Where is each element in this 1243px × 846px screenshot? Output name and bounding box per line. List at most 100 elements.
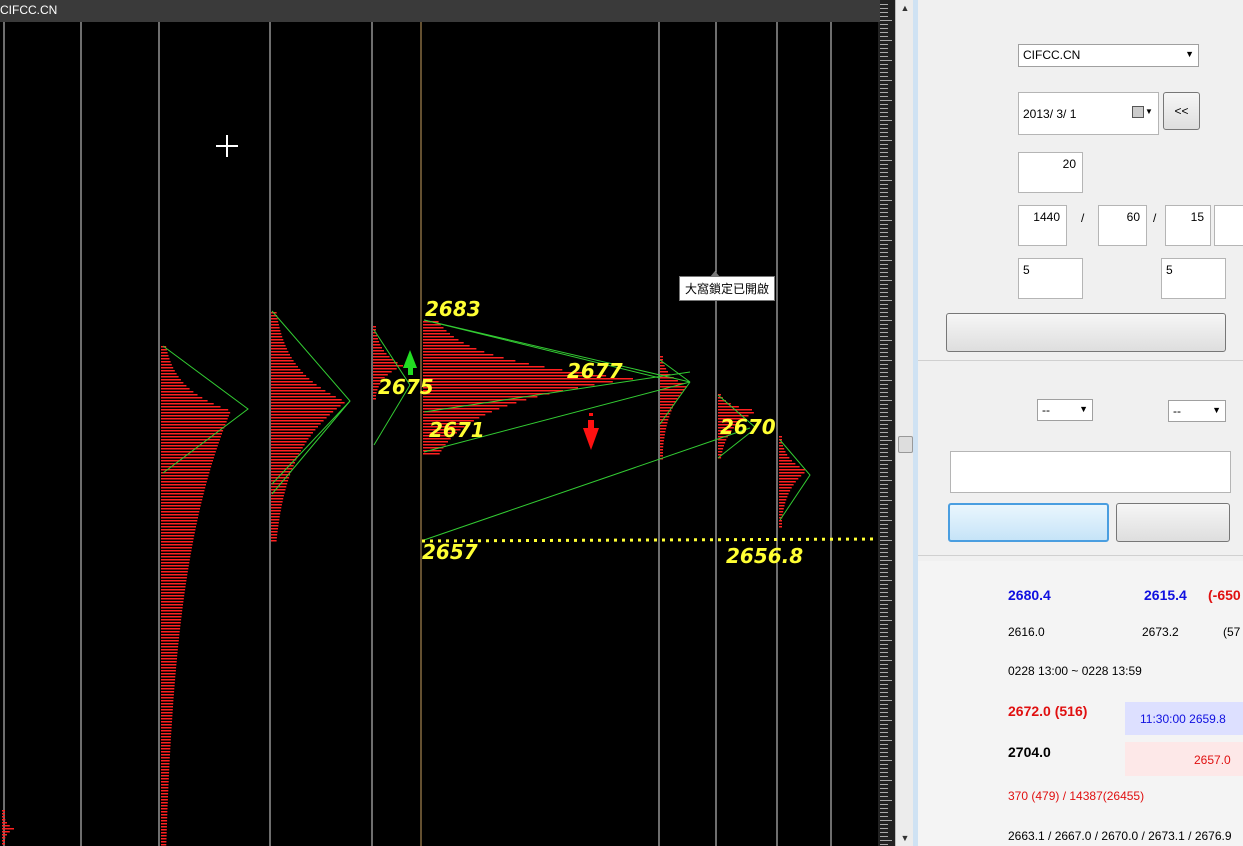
- tpo-row: [161, 544, 193, 546]
- apply-button[interactable]: [946, 313, 1226, 352]
- param-1-input[interactable]: 5: [1018, 258, 1083, 299]
- note-input[interactable]: [950, 451, 1231, 493]
- price-scale-tick: [880, 660, 892, 661]
- price-scale-tick: [880, 260, 892, 261]
- price-scale-tick: [880, 352, 888, 353]
- price-scale-tick: [880, 264, 888, 265]
- price-scale-tick: [880, 588, 888, 589]
- tpo-row: [779, 481, 796, 483]
- chevron-down-icon: ▼: [1185, 49, 1194, 59]
- tpo-row: [161, 526, 196, 528]
- filter-select-1[interactable]: -- ▼: [1037, 399, 1093, 421]
- back-button[interactable]: <<: [1163, 92, 1200, 130]
- chart-area[interactable]: 2683 2675 2677 2671 2670 2657 2656.8 CIFCC.CN …: [0, 0, 895, 846]
- price-scale-tick: [880, 96, 888, 97]
- tpo-row: [161, 493, 204, 495]
- tpo-row: [373, 392, 377, 394]
- filter-select-2[interactable]: -- ▼: [1168, 400, 1226, 422]
- price-scale-tick: [880, 76, 888, 77]
- tpo-row: [779, 526, 782, 528]
- cancel-button[interactable]: [1116, 503, 1230, 542]
- price-scale-tick: [880, 112, 888, 113]
- vertical-scrollbar[interactable]: ▲ ▼: [895, 0, 914, 846]
- tpo-row: [161, 667, 177, 669]
- price-scale-tick: [880, 64, 888, 65]
- tpo-row: [779, 505, 785, 507]
- tpo-row: [271, 516, 280, 518]
- tpo-row: [161, 802, 168, 804]
- count-input[interactable]: 20: [1018, 152, 1083, 193]
- label-2683: 2683: [425, 297, 481, 321]
- tpo-row: [161, 727, 172, 729]
- tpo-row: [660, 431, 666, 433]
- tpo-row: [161, 388, 190, 390]
- symbol-select[interactable]: CIFCC.CN ▼: [1018, 44, 1199, 67]
- tpo-row: [161, 490, 205, 492]
- tpo-row: [660, 404, 675, 406]
- price-scale-tick: [880, 752, 888, 753]
- tpo-row: [373, 398, 376, 400]
- price-scale-tick: [880, 140, 892, 141]
- tpo-row: [161, 652, 178, 654]
- tpo-row: [271, 342, 285, 344]
- price-scale-tick: [880, 496, 888, 497]
- price-scale-tick: [880, 292, 888, 293]
- tpo-row: [779, 451, 786, 453]
- tpo-row: [161, 361, 171, 363]
- scroll-up-icon[interactable]: ▲: [896, 0, 914, 16]
- tpo-row: [779, 478, 799, 480]
- tpo-row: [2, 831, 10, 833]
- price-scale-tick: [880, 132, 888, 133]
- tpo-row: [779, 499, 787, 501]
- tpo-row: [271, 510, 281, 512]
- confirm-button[interactable]: [948, 503, 1109, 542]
- tpo-row: [161, 562, 190, 564]
- price-scale-tick: [880, 32, 888, 33]
- tpo-row: [161, 721, 172, 723]
- tpo-row: [161, 643, 179, 645]
- period-4-input[interactable]: [1214, 205, 1243, 246]
- price-scale-tick: [880, 296, 888, 297]
- tpo-row: [161, 382, 184, 384]
- tpo-row: [161, 394, 198, 396]
- tpo-row: [271, 345, 286, 347]
- price-scale-tick: [880, 720, 892, 721]
- price-scale-tick: [880, 772, 888, 773]
- session-dividers: [3, 0, 832, 846]
- crosshair-icon: [216, 135, 238, 157]
- period-separator-1: /: [1081, 211, 1085, 225]
- tpo-row: [161, 676, 176, 678]
- stat-time-price: 11:30:00 2659.8: [1140, 712, 1226, 726]
- tpo-row: [271, 396, 336, 398]
- price-scale-tick: [880, 572, 888, 573]
- scroll-thumb[interactable]: [898, 436, 913, 453]
- tpo-row: [161, 529, 196, 531]
- period-3-input[interactable]: 15: [1165, 205, 1211, 246]
- tpo-row: [161, 565, 189, 567]
- tpo-row: [779, 493, 789, 495]
- tpo-row: [373, 368, 397, 370]
- tpo-row: [2, 813, 5, 815]
- tpo-row: [2, 834, 7, 836]
- tpo-row: [779, 475, 802, 477]
- date-picker[interactable]: 2013/ 3/ 1 ▼: [1018, 92, 1159, 135]
- tpo-row: [161, 547, 192, 549]
- price-scale-tick: [880, 488, 888, 489]
- tpo-row: [161, 556, 191, 558]
- scroll-down-icon[interactable]: ▼: [896, 830, 914, 846]
- tpo-row: [373, 395, 376, 397]
- price-scale-tick: [880, 844, 888, 845]
- price-scale-tick: [880, 696, 888, 697]
- tpo-row: [423, 354, 494, 356]
- stat-open: 2616.0: [1008, 625, 1045, 639]
- tpo-row: [161, 460, 213, 462]
- period-1-input[interactable]: 1440: [1018, 205, 1067, 246]
- price-scale-tick: [880, 8, 888, 9]
- price-scale-tick: [880, 560, 892, 561]
- price-scale-tick: [880, 452, 888, 453]
- tpo-row: [271, 441, 307, 443]
- tpo-row: [161, 379, 181, 381]
- period-2-input[interactable]: 60: [1098, 205, 1147, 246]
- label-2670: 2670: [720, 415, 776, 439]
- param-2-input[interactable]: 5: [1161, 258, 1226, 299]
